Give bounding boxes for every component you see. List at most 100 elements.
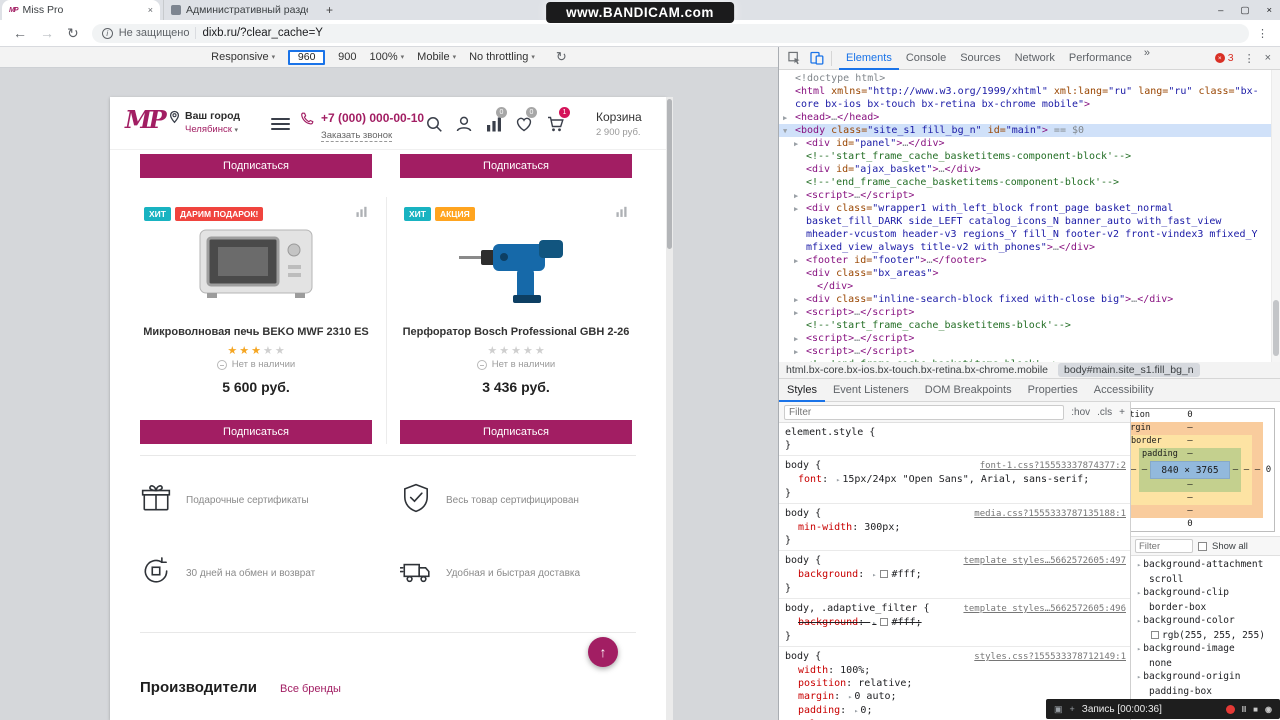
drill-icon[interactable]	[400, 221, 632, 305]
product-title[interactable]: Микроволновая печь BEKO MWF 2310 ES	[140, 326, 372, 338]
more-tabs-icon[interactable]: »	[1139, 47, 1155, 70]
record-button[interactable]	[1225, 704, 1235, 714]
menu-hamburger-icon[interactable]	[271, 118, 290, 133]
dom-line[interactable]: ▶ <div class="wrapper1 with_left_block fr…	[779, 202, 1280, 254]
compare-icon[interactable]	[485, 115, 503, 138]
rule-selector[interactable]: body, .adaptive_filter {	[785, 602, 955, 615]
sidebar-tab-accessibility[interactable]: Accessibility	[1086, 379, 1162, 402]
dom-line[interactable]: ▶ <div class="inline-search-block fixed w…	[779, 293, 1280, 306]
address-bar[interactable]: Не защищено dixb.ru/?clear_cache=Y	[91, 23, 1249, 43]
cart-summary[interactable]: Корзина 2 900 руб.	[596, 110, 642, 138]
dom-line[interactable]: <!--'end_frame_cache_basketitems-block'-…	[779, 358, 1280, 362]
back-icon[interactable]: ←	[13, 25, 27, 41]
computed-property-name[interactable]: ▸ background-color	[1135, 614, 1278, 629]
stylesheet-link[interactable]: styles.css?155533378712149:1	[974, 651, 1126, 664]
devtools-tab-network[interactable]: Network	[1008, 47, 1062, 70]
pause-button[interactable]: II	[1242, 705, 1246, 714]
site-logo[interactable]: MP	[125, 105, 167, 134]
breadcrumb-body[interactable]: body#main.site_s1.fill_bg_n	[1058, 363, 1200, 377]
microwave-icon[interactable]	[140, 221, 372, 303]
css-property[interactable]: background: ▸ #fff;	[785, 616, 1126, 630]
expand-icon[interactable]: ▸	[854, 707, 858, 715]
phone-number[interactable]: +7 (000) 000-00-10	[321, 111, 424, 125]
reload-icon[interactable]: ↻	[67, 25, 79, 42]
maximize-icon[interactable]: ▢	[1240, 5, 1249, 16]
color-swatch[interactable]	[880, 570, 889, 578]
devtools-tab-performance[interactable]: Performance	[1062, 47, 1139, 70]
wishlist-heart-icon[interactable]	[515, 115, 533, 138]
sidebar-tab-properties[interactable]: Properties	[1020, 379, 1086, 402]
new-style-rule-button[interactable]: +	[1119, 407, 1125, 418]
stylesheet-link[interactable]: template_styles…5662572605:497	[963, 555, 1126, 568]
browser-tab-admin[interactable]: Административный раздел - M	[163, 0, 315, 20]
subscribe-button[interactable]: Подписаться	[400, 420, 632, 444]
rule-selector[interactable]: element.style {	[785, 426, 1126, 439]
computed-property-name[interactable]: ▸ background-attachment	[1135, 558, 1278, 573]
browser-menu-icon[interactable]: ⋮	[1257, 27, 1268, 40]
dom-line[interactable]: <!doctype html>	[779, 72, 1280, 85]
subscribe-button[interactable]: Подписаться	[400, 154, 632, 178]
toggle-hover-state[interactable]: :hov	[1071, 407, 1090, 418]
callback-link[interactable]: Заказать звонок	[321, 130, 393, 142]
rule-selector[interactable]: body {	[785, 554, 955, 567]
computed-filter-input[interactable]	[1135, 539, 1193, 553]
tab-close-icon[interactable]: ×	[148, 5, 153, 15]
styles-filter-input[interactable]	[784, 404, 1065, 420]
product-card[interactable]: ХИТ ДАРИМ ПОДАРОК! Микроволновая печь BEKO…	[140, 197, 372, 444]
css-property[interactable]: position: relative;	[785, 677, 1126, 690]
scrollbar-thumb[interactable]	[667, 99, 672, 249]
dom-line[interactable]: ▶ <head>…</head>	[779, 111, 1280, 124]
sidebar-tab-event-listeners[interactable]: Event Listeners	[825, 379, 917, 402]
rotate-viewport-icon[interactable]: ↻	[556, 49, 567, 65]
devtools-close-icon[interactable]: ×	[1265, 52, 1271, 64]
dom-line[interactable]: ▶ <footer id="footer">…</footer>	[779, 254, 1280, 267]
dom-line[interactable]: <div id="ajax_basket">…</div>	[779, 163, 1280, 176]
stop-button[interactable]: ■	[1253, 705, 1258, 714]
dom-line[interactable]: ▼ <body class="site_s1 fill_bg_n" id="mai…	[779, 124, 1280, 137]
devtools-tab-console[interactable]: Console	[899, 47, 953, 70]
toggle-classes[interactable]: .cls	[1097, 407, 1112, 418]
dom-line[interactable]: ▶ <script>…</script>	[779, 306, 1280, 319]
scrollbar-thumb[interactable]	[1273, 300, 1279, 356]
css-property[interactable]: width: 100%;	[785, 664, 1126, 677]
css-property[interactable]: font: ▸ 15px/24px "Open Sans", Arial, san…	[785, 473, 1126, 487]
viewport-height-value[interactable]: 900	[338, 51, 356, 63]
url-text[interactable]: dixb.ru/?clear_cache=Y	[202, 27, 323, 39]
page-scrollbar[interactable]	[666, 97, 673, 720]
browser-tab-miss-pro[interactable]: MP Miss Pro ×	[2, 0, 160, 20]
color-swatch[interactable]	[880, 618, 889, 626]
dom-line[interactable]: ▶ <div id="panel">…</div>	[779, 137, 1280, 150]
security-label[interactable]: Не защищено	[119, 27, 190, 39]
product-title[interactable]: Перфоратор Bosch Professional GBH 2-26	[400, 326, 632, 338]
dom-line[interactable]: <!--'start_frame_cache_basketitems-block…	[779, 319, 1280, 332]
info-icon[interactable]	[101, 27, 113, 39]
show-all-checkbox[interactable]	[1198, 541, 1207, 551]
devtools-tab-sources[interactable]: Sources	[953, 47, 1007, 70]
subscribe-button[interactable]: Подписаться	[140, 420, 372, 444]
responsive-mode-select[interactable]: Responsive ▾	[211, 51, 275, 63]
minimize-icon[interactable]: –	[1218, 5, 1223, 16]
box-model[interactable]: position 0 0 margin – – border –	[1131, 408, 1275, 532]
zoom-select[interactable]: 100% ▾	[370, 51, 405, 63]
rule-selector[interactable]: body {	[785, 650, 966, 663]
sidebar-tab-dom-breakpoints[interactable]: DOM Breakpoints	[917, 379, 1020, 402]
computed-property-name[interactable]: ▸ background-origin	[1135, 670, 1278, 685]
css-property[interactable]: background: ▸ #fff;	[785, 568, 1126, 582]
rule-selector[interactable]: body {	[785, 459, 972, 472]
devtools-tab-elements[interactable]: Elements	[839, 47, 899, 70]
dom-line[interactable]: <!--'end_frame_cache_basketitems-compone…	[779, 176, 1280, 189]
viewport-width-input[interactable]	[288, 49, 326, 65]
camera-button[interactable]: ◉	[1265, 705, 1272, 714]
device-type-select[interactable]: Mobile ▾	[417, 51, 456, 63]
product-card[interactable]: ХИТ АКЦИЯ Перфоратор Bosch Professional GB…	[400, 197, 632, 444]
city-value[interactable]: Челябинск ▾	[185, 124, 240, 135]
twisty-icon[interactable]: ▶	[794, 203, 798, 216]
computed-property-name[interactable]: ▸ background-clip	[1135, 586, 1278, 601]
search-icon[interactable]	[425, 115, 443, 138]
monitor-icon[interactable]: ▣	[1054, 704, 1063, 715]
stylesheet-link[interactable]: media.css?1555333787135188:1	[974, 508, 1126, 521]
dom-line[interactable]: ▶ <script>…</script>	[779, 332, 1280, 345]
forward-icon[interactable]: →	[40, 25, 54, 41]
expand-icon[interactable]: ▸	[836, 476, 840, 484]
device-toolbar-icon[interactable]	[810, 51, 824, 65]
